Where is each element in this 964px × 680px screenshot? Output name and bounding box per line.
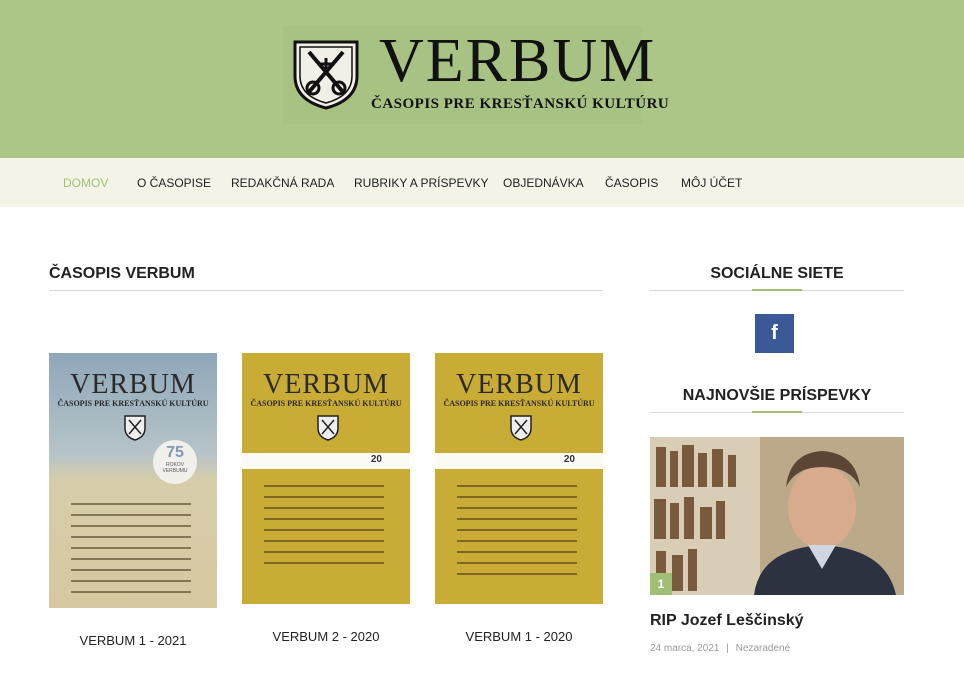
post-meta: 24 marca, 2021 | Nezaradené	[650, 643, 790, 654]
section-title-casopis: ČASOPIS VERBUM	[49, 265, 195, 282]
cover-title: VERBUM	[263, 369, 389, 400]
post-meta-separator: |	[726, 643, 729, 654]
anniversary-badge: 75 ROKOV VERBUMU	[153, 440, 197, 484]
nav-item-moj-ucet[interactable]: MÔJ ÚČET	[681, 176, 742, 190]
crest-icon	[124, 415, 146, 441]
anniversary-number: 75	[166, 444, 184, 461]
nav-item-objednavka[interactable]: OBJEDNÁVKA	[503, 176, 584, 190]
cover-band: 20	[242, 453, 410, 469]
cover-subtitle: ČASOPIS PRE KRESŤANSKÚ KULTÚRU	[57, 399, 209, 408]
site-logo[interactable]: VERBUM ČASOPIS PRE KRESŤANSKÚ KULTÚRU	[283, 26, 669, 124]
nav-item-rubriky[interactable]: RUBRIKY A PRÍSPEVKY	[354, 176, 489, 190]
logo-subtitle: ČASOPIS PRE KRESŤANSKÚ KULTÚRU	[371, 96, 670, 112]
post-number-badge: 1	[650, 573, 672, 595]
cover-verbum-1-2021[interactable]: VERBUM ČASOPIS PRE KRESŤANSKÚ KULTÚRU 75…	[49, 353, 217, 608]
cover-caption[interactable]: VERBUM 1 - 2020	[435, 629, 603, 644]
cover-caption[interactable]: VERBUM 1 - 2021	[49, 633, 217, 648]
cover-title: VERBUM	[70, 369, 196, 400]
nav-item-casopis[interactable]: ČASOPIS	[605, 176, 658, 190]
crest-icon	[510, 415, 532, 441]
site-header: VERBUM ČASOPIS PRE KRESŤANSKÚ KULTÚRU	[0, 0, 964, 158]
nav-item-domov[interactable]: DOMOV	[63, 176, 108, 190]
post-photo[interactable]	[650, 437, 904, 595]
cover-band: 20	[435, 453, 603, 469]
cover-caption[interactable]: VERBUM 2 - 2020	[242, 629, 410, 644]
facebook-icon[interactable]: f	[755, 314, 794, 353]
cover-contents	[71, 503, 191, 602]
latest-accent	[752, 411, 802, 413]
social-accent	[752, 289, 802, 291]
post-date[interactable]: 24 marca, 2021	[650, 643, 720, 654]
latest-title: NAJNOVŠIE PRÍSPEVKY	[682, 387, 872, 404]
post-title[interactable]: RIP Jozef Leščinský	[650, 612, 804, 630]
nav-item-redakcna-rada[interactable]: REDAKČNÁ RADA	[231, 176, 334, 190]
cover-badge: 20	[370, 454, 382, 465]
crest-icon	[293, 40, 359, 110]
cover-contents	[264, 485, 384, 573]
cover-verbum-2-2020[interactable]: VERBUM ČASOPIS PRE KRESŤANSKÚ KULTÚRU 20	[242, 353, 410, 604]
cover-badge: 20	[563, 454, 575, 465]
anniversary-text: ROKOV VERBUMU	[162, 462, 188, 474]
cover-subtitle: ČASOPIS PRE KRESŤANSKÚ KULTÚRU	[443, 399, 595, 408]
cover-title: VERBUM	[456, 369, 582, 400]
cover-verbum-1-2020[interactable]: VERBUM ČASOPIS PRE KRESŤANSKÚ KULTÚRU 20	[435, 353, 603, 604]
cover-contents	[457, 485, 577, 584]
section-divider	[49, 290, 603, 291]
social-title: SOCIÁLNE SIETE	[710, 265, 844, 282]
post-category[interactable]: Nezaradené	[736, 643, 790, 654]
logo-title: VERBUM	[379, 27, 657, 95]
portrait-image	[650, 437, 904, 595]
nav-item-o-casopise[interactable]: O ČASOPISE	[137, 176, 211, 190]
main-navigation: DOMOV O ČASOPISE REDAKČNÁ RADA RUBRIKY A…	[0, 158, 964, 207]
crest-icon	[317, 415, 339, 441]
cover-subtitle: ČASOPIS PRE KRESŤANSKÚ KULTÚRU	[250, 399, 402, 408]
